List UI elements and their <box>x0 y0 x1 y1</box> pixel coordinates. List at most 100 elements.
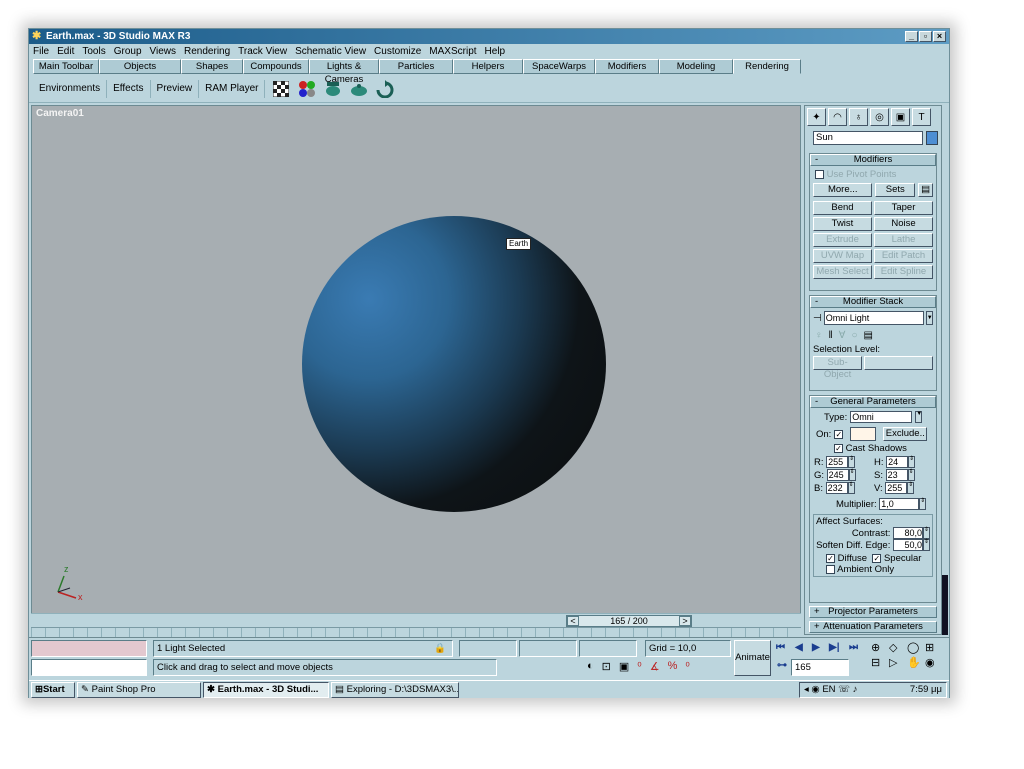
modifiers-rollout-header[interactable]: - Modifiers <box>810 154 936 166</box>
v-spinner-arrows-icon[interactable]: ⇕ <box>907 482 915 494</box>
tab-compounds[interactable]: Compounds <box>243 59 309 74</box>
sets-button[interactable]: Sets <box>875 183 916 197</box>
noise-button[interactable]: Noise <box>874 217 933 231</box>
scrollbar-thumb[interactable] <box>942 575 948 635</box>
b-spinner-arrows-icon[interactable]: ⇕ <box>847 482 855 494</box>
quick-render-icon[interactable] <box>349 79 369 99</box>
exclude-button[interactable]: Exclude.. <box>883 427 928 441</box>
min-max-toggle-icon[interactable]: ⊞ <box>925 641 943 654</box>
menu-maxscript[interactable]: MAXScript <box>429 46 476 57</box>
h-spinner-arrows-icon[interactable]: ⇕ <box>908 456 916 468</box>
command-panel-scrollbar[interactable] <box>942 105 948 635</box>
restore-button[interactable]: ▫ <box>919 31 932 42</box>
menu-help[interactable]: Help <box>485 46 506 57</box>
contrast-arrows-icon[interactable]: ⇕ <box>923 527 930 539</box>
menu-tools[interactable]: Tools <box>82 46 105 57</box>
multiplier-spinner[interactable]: 1,0 <box>879 498 920 510</box>
mesh-select-button[interactable]: Mesh Select <box>813 265 872 279</box>
contrast-spinner[interactable]: 80,0 <box>893 527 923 539</box>
light-color-swatch[interactable] <box>850 427 877 441</box>
go-to-start-icon[interactable]: ⏮ <box>776 642 785 653</box>
general-parameters-header[interactable]: - General Parameters <box>810 396 936 408</box>
close-button[interactable]: × <box>933 31 946 42</box>
viewport-label[interactable]: Camera01 <box>36 108 84 119</box>
start-button[interactable]: ⊞Start <box>31 681 75 698</box>
tray-icons[interactable]: ◂ ◉ EN ☏ ♪ <box>804 683 857 697</box>
pin-stack-icon[interactable]: ⊣ <box>813 313 822 324</box>
degrade-override-icon[interactable]: ◐ <box>587 660 594 673</box>
menu-file[interactable]: File <box>33 46 49 57</box>
more-button[interactable]: More... <box>813 183 873 197</box>
task-earth-max[interactable]: ✱ Earth.max - 3D Studi... <box>203 681 329 698</box>
object-color-swatch[interactable] <box>926 131 938 145</box>
environments-button[interactable]: Environments <box>33 79 108 98</box>
tab-helpers[interactable]: Helpers <box>453 59 523 74</box>
edit-patch-button[interactable]: Edit Patch <box>874 249 933 263</box>
uvw-map-button[interactable]: UVW Map <box>813 249 872 263</box>
show-end-result-icon[interactable]: ‖ <box>829 330 833 341</box>
soften-arrows-icon[interactable]: ⇕ <box>923 539 930 551</box>
tab-modeling[interactable]: Modeling <box>659 59 733 74</box>
menu-schematic-view[interactable]: Schematic View <box>295 46 366 57</box>
g-spinner-arrows-icon[interactable]: ⇕ <box>848 469 856 481</box>
next-frame-icon[interactable]: ▶| <box>829 642 840 653</box>
ram-player-button[interactable]: RAM Player <box>199 79 266 98</box>
orbit-icon[interactable]: ◉ <box>925 656 943 669</box>
menu-track-view[interactable]: Track View <box>238 46 287 57</box>
angle-snap-icon[interactable]: ∡ <box>650 660 660 673</box>
maxscript-input-field[interactable] <box>31 659 147 676</box>
edit-stack-icon[interactable]: ▤ <box>864 330 873 341</box>
stack-dropdown-arrow-icon[interactable]: ▼ <box>925 311 933 325</box>
make-unique-icon[interactable]: ∀ <box>839 330 846 341</box>
key-mode-icon[interactable]: ⊶ <box>777 660 787 671</box>
animate-button[interactable]: Animate <box>734 640 771 676</box>
go-to-end-icon[interactable]: ⏭ <box>849 642 858 653</box>
tab-rendering[interactable]: Rendering <box>733 59 801 74</box>
lathe-button[interactable]: Lathe <box>874 233 933 247</box>
r-spinner[interactable]: 255 <box>826 456 849 468</box>
s-spinner-arrows-icon[interactable]: ⇕ <box>907 469 915 481</box>
ambient-only-checkbox[interactable] <box>826 564 835 574</box>
diffuse-checkbox[interactable]: ✓ <box>826 553 835 563</box>
r-spinner-arrows-icon[interactable]: ⇕ <box>848 456 856 468</box>
menu-customize[interactable]: Customize <box>374 46 421 57</box>
modify-tab-icon[interactable]: ◠ <box>828 108 847 126</box>
h-spinner[interactable]: 24 <box>886 456 909 468</box>
use-pivot-points-check[interactable] <box>815 169 824 179</box>
create-tab-icon[interactable]: ✦ <box>807 108 826 126</box>
edit-spline-button[interactable]: Edit Spline <box>874 265 933 279</box>
material-editor-icon[interactable] <box>297 79 317 99</box>
maxscript-listener-field[interactable] <box>31 640 147 657</box>
sub-object-dropdown[interactable] <box>864 356 933 370</box>
tab-objects[interactable]: Objects <box>99 59 181 74</box>
time-next-button[interactable]: > <box>678 616 691 626</box>
zoom-icon[interactable]: ⊕ <box>871 641 889 654</box>
menu-edit[interactable]: Edit <box>57 46 74 57</box>
specular-checkbox[interactable]: ✓ <box>872 553 882 563</box>
tab-spacewarps[interactable]: SpaceWarps <box>523 59 595 74</box>
modifier-stack-dropdown[interactable]: Omni Light <box>823 311 924 325</box>
twist-button[interactable]: Twist <box>813 217 872 231</box>
tab-shapes[interactable]: Shapes <box>181 59 243 74</box>
active-inactive-icon[interactable]: ♀ <box>815 330 823 341</box>
tab-modifiers[interactable]: Modifiers <box>595 59 659 74</box>
type-dropdown[interactable]: Omni <box>850 411 913 423</box>
effects-button[interactable]: Effects <box>107 79 151 98</box>
projector-parameters-header[interactable]: + Projector Parameters <box>809 606 937 618</box>
pan-hand-icon[interactable]: ✋ <box>907 656 925 669</box>
preview-button[interactable]: Preview <box>151 79 200 98</box>
extrude-button[interactable]: Extrude <box>813 233 872 247</box>
use-pivot-points-checkbox[interactable]: Use Pivot Points <box>810 166 936 183</box>
arc-rotate-icon[interactable]: ◯ <box>907 641 925 654</box>
tab-particles[interactable]: Particles <box>379 59 453 74</box>
percent-snap-icon[interactable]: % <box>668 660 678 673</box>
sub-object-button[interactable]: Sub-Object <box>813 356 863 380</box>
cast-shadows-checkbox[interactable]: ✓ <box>834 443 843 453</box>
g-spinner[interactable]: 245 <box>826 469 849 481</box>
attenuation-parameters-header[interactable]: + Attenuation Parameters <box>809 621 937 633</box>
menu-rendering[interactable]: Rendering <box>184 46 230 57</box>
s-spinner[interactable]: 23 <box>885 469 908 481</box>
selection-filter-icon[interactable]: ⊡ <box>602 660 611 673</box>
motion-tab-icon[interactable]: ◎ <box>870 108 889 126</box>
language-indicator[interactable]: EN <box>822 684 835 695</box>
